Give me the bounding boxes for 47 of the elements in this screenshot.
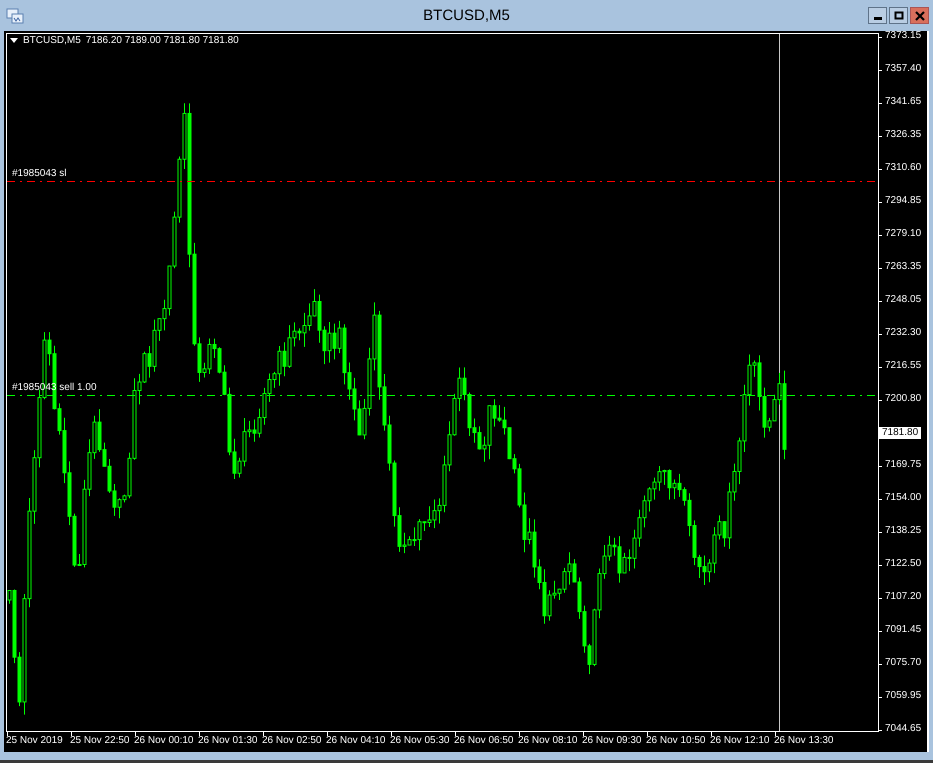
price-label: 7059.95 bbox=[884, 690, 922, 701]
time-label: 25 Nov 22:50 bbox=[70, 735, 130, 746]
maximize-icon bbox=[894, 10, 904, 20]
time-label: 26 Nov 10:50 bbox=[646, 735, 706, 746]
price-label: 7216.55 bbox=[884, 360, 922, 371]
time-label: 26 Nov 13:30 bbox=[774, 735, 834, 746]
time-label: 26 Nov 08:10 bbox=[518, 735, 578, 746]
minimize-button[interactable] bbox=[868, 7, 887, 24]
price-label: 7357.40 bbox=[884, 63, 922, 74]
maximize-button[interactable] bbox=[889, 7, 908, 24]
price-label: 7044.65 bbox=[884, 723, 922, 734]
price-label: 7341.65 bbox=[884, 96, 922, 107]
price-label: 7154.00 bbox=[884, 492, 922, 503]
price-label: 7232.30 bbox=[884, 327, 922, 338]
minimize-icon bbox=[874, 17, 882, 20]
time-label: 26 Nov 02:50 bbox=[262, 735, 322, 746]
time-label: 26 Nov 12:10 bbox=[710, 735, 770, 746]
time-label: 26 Nov 04:10 bbox=[326, 735, 386, 746]
price-label: 7248.05 bbox=[884, 294, 922, 305]
time-label: 26 Nov 06:50 bbox=[454, 735, 514, 746]
close-icon bbox=[914, 10, 924, 20]
price-label: 7310.60 bbox=[884, 162, 922, 173]
time-label: 25 Nov 2019 bbox=[6, 735, 64, 746]
time-label: 26 Nov 05:30 bbox=[390, 735, 450, 746]
dropdown-icon[interactable] bbox=[10, 38, 18, 43]
price-label: 7122.50 bbox=[884, 558, 922, 569]
price-label: 7294.85 bbox=[884, 195, 922, 206]
price-label: 7107.20 bbox=[884, 591, 922, 602]
price-label: 7169.75 bbox=[884, 459, 922, 470]
window-title: BTCUSD,M5 bbox=[423, 7, 510, 24]
chart-window-icon bbox=[6, 8, 24, 24]
price-label: 7373.15 bbox=[884, 30, 922, 41]
price-label: 7263.35 bbox=[884, 261, 922, 272]
price-label: 7279.10 bbox=[884, 228, 922, 239]
close-button[interactable] bbox=[910, 7, 929, 24]
price-label: 7091.45 bbox=[884, 624, 922, 635]
price-label: 7326.35 bbox=[884, 129, 922, 140]
time-label: 26 Nov 00:10 bbox=[134, 735, 194, 746]
price-label: 7138.25 bbox=[884, 525, 922, 536]
ohlc-values: 7186.20 7189.00 7181.80 7181.80 bbox=[86, 35, 239, 46]
symbol-label: BTCUSD,M5 bbox=[23, 35, 81, 46]
order-label: #1985043 sl bbox=[12, 168, 66, 179]
price-label: 7075.70 bbox=[884, 657, 922, 668]
time-label: 26 Nov 01:30 bbox=[198, 735, 258, 746]
price-label: 7200.80 bbox=[884, 393, 922, 404]
time-label: 26 Nov 09:30 bbox=[582, 735, 642, 746]
current-price-badge: 7181.80 bbox=[879, 427, 922, 439]
